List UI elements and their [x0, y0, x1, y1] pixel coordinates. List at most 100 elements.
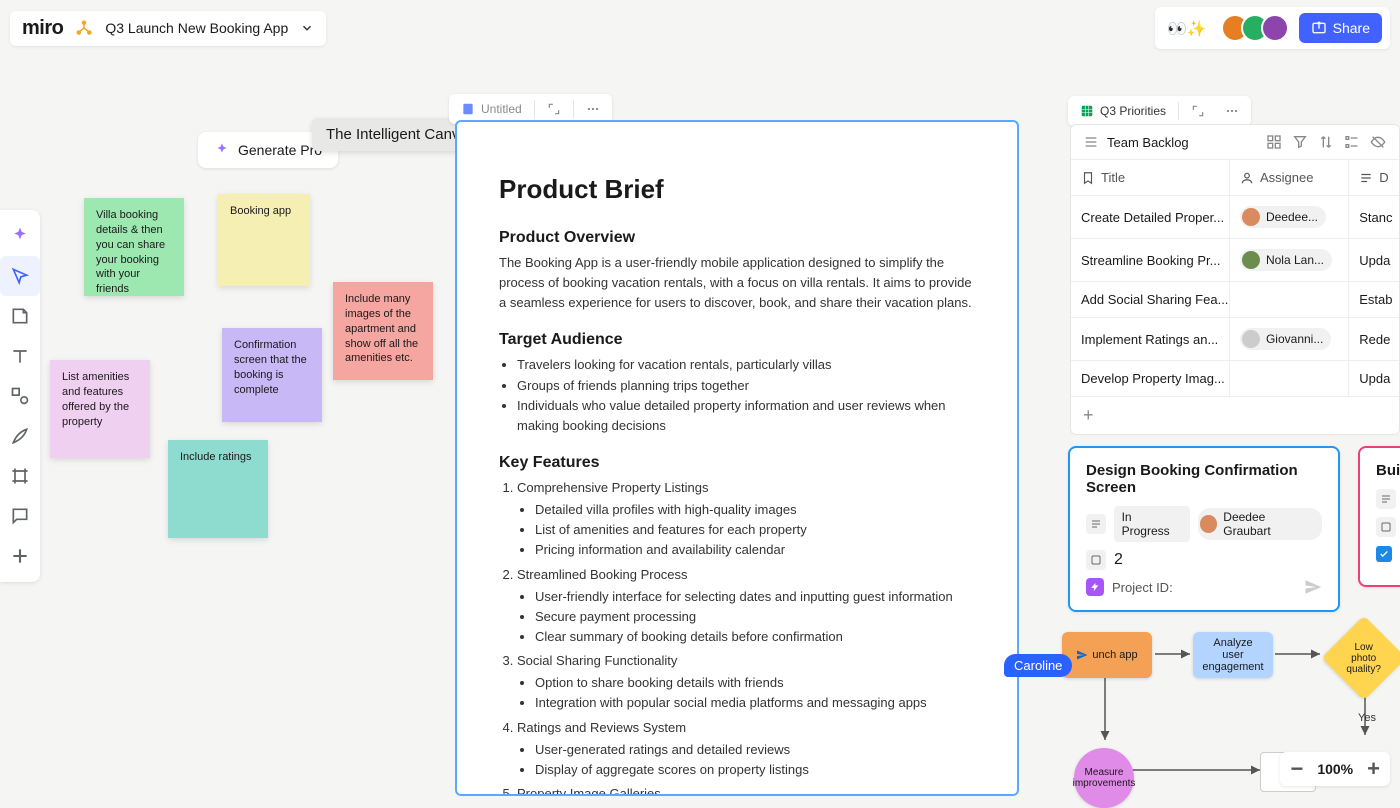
link-count-icon — [1376, 517, 1396, 537]
text-icon — [1359, 171, 1373, 185]
flow-node-launch[interactable]: unch app — [1062, 632, 1152, 678]
doc-h2: Key Features — [499, 454, 975, 472]
task-card[interactable]: Design Booking Confirmation Screen In Pr… — [1068, 446, 1340, 612]
status-tag: In Progress — [1114, 506, 1190, 542]
sort-button[interactable] — [1317, 133, 1335, 151]
doc-title: Product Brief — [499, 174, 975, 205]
board-title: Q3 Launch New Booking App — [105, 20, 288, 36]
rocket-icon — [1076, 649, 1088, 661]
expand-button[interactable] — [1183, 100, 1213, 122]
share-label: Share — [1333, 20, 1370, 36]
task-card[interactable]: Build 10 M — [1358, 446, 1400, 587]
pen-tool[interactable] — [0, 416, 40, 456]
doc-li: Groups of friends planning trips togethe… — [517, 376, 975, 396]
add-row-button[interactable]: + — [1071, 397, 1399, 434]
filter-button[interactable] — [1291, 133, 1309, 151]
link-count-icon — [1086, 550, 1106, 570]
feature-sub-item: Secure payment processing — [535, 607, 975, 627]
table-row[interactable]: Add Social Sharing Fea...Estab — [1071, 282, 1399, 318]
doc-h2: Target Audience — [499, 331, 975, 349]
board-icon — [75, 19, 93, 37]
feature-item: Comprehensive Property ListingsDetailed … — [517, 478, 975, 561]
reactions-icon[interactable]: 👀✨ — [1167, 18, 1211, 38]
person-icon — [1240, 171, 1254, 185]
cell-d: Upda — [1349, 239, 1399, 281]
add-tool[interactable] — [0, 536, 40, 576]
feature-sub-item: Option to share booking details with fri… — [535, 673, 975, 693]
feature-sub-item: Clear summary of booking details before … — [535, 627, 975, 647]
share-button[interactable]: Share — [1299, 13, 1382, 43]
frame-tool[interactable] — [0, 456, 40, 496]
doc-icon — [461, 102, 475, 116]
document-panel[interactable]: Product Brief Product Overview The Booki… — [455, 120, 1019, 796]
feature-sub-item: Pricing information and availability cal… — [535, 540, 975, 560]
feature-item: Ratings and Reviews SystemUser-generated… — [517, 718, 975, 780]
table-row[interactable]: Develop Property Imag...Upda — [1071, 361, 1399, 397]
doc-li: Travelers looking for vacation rentals, … — [517, 355, 975, 375]
cell-d: Stanc — [1349, 196, 1399, 238]
card-title: Design Booking Confirmation Screen — [1086, 462, 1322, 496]
cell-d: Rede — [1349, 318, 1399, 360]
avatar[interactable] — [1261, 14, 1289, 42]
cell-assignee: Nola Lan... — [1230, 239, 1349, 281]
doc-tab[interactable]: Untitled — [453, 98, 530, 120]
sticky-note[interactable]: List amenities and features offered by t… — [50, 360, 150, 458]
table-tab[interactable]: Q3 Priorities — [1072, 100, 1174, 122]
select-tool[interactable] — [0, 256, 40, 296]
more-button[interactable] — [578, 98, 608, 120]
cell-title: Create Detailed Proper... — [1071, 196, 1230, 238]
list-icon — [1083, 134, 1099, 150]
hide-button[interactable] — [1369, 133, 1387, 151]
sticky-note[interactable]: Booking app — [218, 194, 310, 286]
text-tool[interactable] — [0, 336, 40, 376]
feature-sub-item: List of amenities and features for each … — [535, 520, 975, 540]
board-switcher[interactable]: miro Q3 Launch New Booking App — [10, 11, 326, 46]
sticky-note[interactable]: Include many images of the apartment and… — [333, 282, 433, 380]
expand-icon — [1191, 104, 1205, 118]
table-panel[interactable]: Team Backlog Title Assignee D Create Det… — [1070, 124, 1400, 435]
sparkle-icon — [214, 142, 230, 158]
ai-tool[interactable] — [0, 216, 40, 256]
sticky-note[interactable]: Confirmation screen that the booking is … — [222, 328, 322, 422]
feature-sub-item: Detailed villa profiles with high-qualit… — [535, 500, 975, 520]
cell-assignee — [1230, 361, 1349, 396]
cell-assignee: Deedee... — [1230, 196, 1349, 238]
send-icon[interactable] — [1304, 578, 1322, 596]
zoom-in-button[interactable]: + — [1367, 758, 1380, 780]
flow-node-measure[interactable]: Measure improvements — [1074, 748, 1134, 808]
table-title: Q3 Priorities — [1100, 104, 1166, 118]
table-row[interactable]: Streamline Booking Pr...Nola Lan...Upda — [1071, 239, 1399, 282]
cell-assignee: Giovanni... — [1230, 318, 1349, 360]
zoom-out-button[interactable]: − — [1290, 758, 1303, 780]
collaborator-avatars[interactable] — [1221, 14, 1289, 42]
project-id-label: Project ID: — [1112, 580, 1173, 595]
flow-node-analyze[interactable]: Analyze user engagement — [1193, 632, 1273, 678]
sticky-note[interactable]: Villa booking details & then you can sha… — [84, 198, 184, 296]
expand-button[interactable] — [539, 98, 569, 120]
chevron-down-icon — [300, 21, 314, 35]
flow-node-decision[interactable]: Low photo quality? — [1322, 616, 1400, 701]
feature-sub-item: Integration with popular social media pl… — [535, 693, 975, 713]
col-d: D — [1379, 170, 1388, 185]
dots-icon — [586, 102, 600, 116]
more-button[interactable] — [1217, 100, 1247, 122]
collaborator-cursor: Caroline — [1004, 654, 1072, 677]
sticky-note[interactable]: Include ratings — [168, 440, 268, 538]
feature-sub-item: User-generated ratings and detailed revi… — [535, 740, 975, 760]
cell-d: Upda — [1349, 361, 1399, 396]
group-button[interactable] — [1343, 133, 1361, 151]
table-row[interactable]: Implement Ratings an...Giovanni...Rede — [1071, 318, 1399, 361]
grid-view-button[interactable] — [1265, 133, 1283, 151]
cell-title: Streamline Booking Pr... — [1071, 239, 1230, 281]
feature-item: Property Image GalleriesMultiple high-qu… — [517, 784, 975, 796]
expand-icon — [547, 102, 561, 116]
comment-tool[interactable] — [0, 496, 40, 536]
shapes-tool[interactable] — [0, 376, 40, 416]
flow-label-yes: Yes — [1358, 712, 1376, 724]
sticky-tool[interactable] — [0, 296, 40, 336]
feature-item: Streamlined Booking ProcessUser-friendly… — [517, 565, 975, 648]
cell-title: Implement Ratings an... — [1071, 318, 1230, 360]
cell-d: Estab — [1349, 282, 1399, 317]
table-row[interactable]: Create Detailed Proper...Deedee...Stanc — [1071, 196, 1399, 239]
left-toolbar — [0, 210, 40, 582]
